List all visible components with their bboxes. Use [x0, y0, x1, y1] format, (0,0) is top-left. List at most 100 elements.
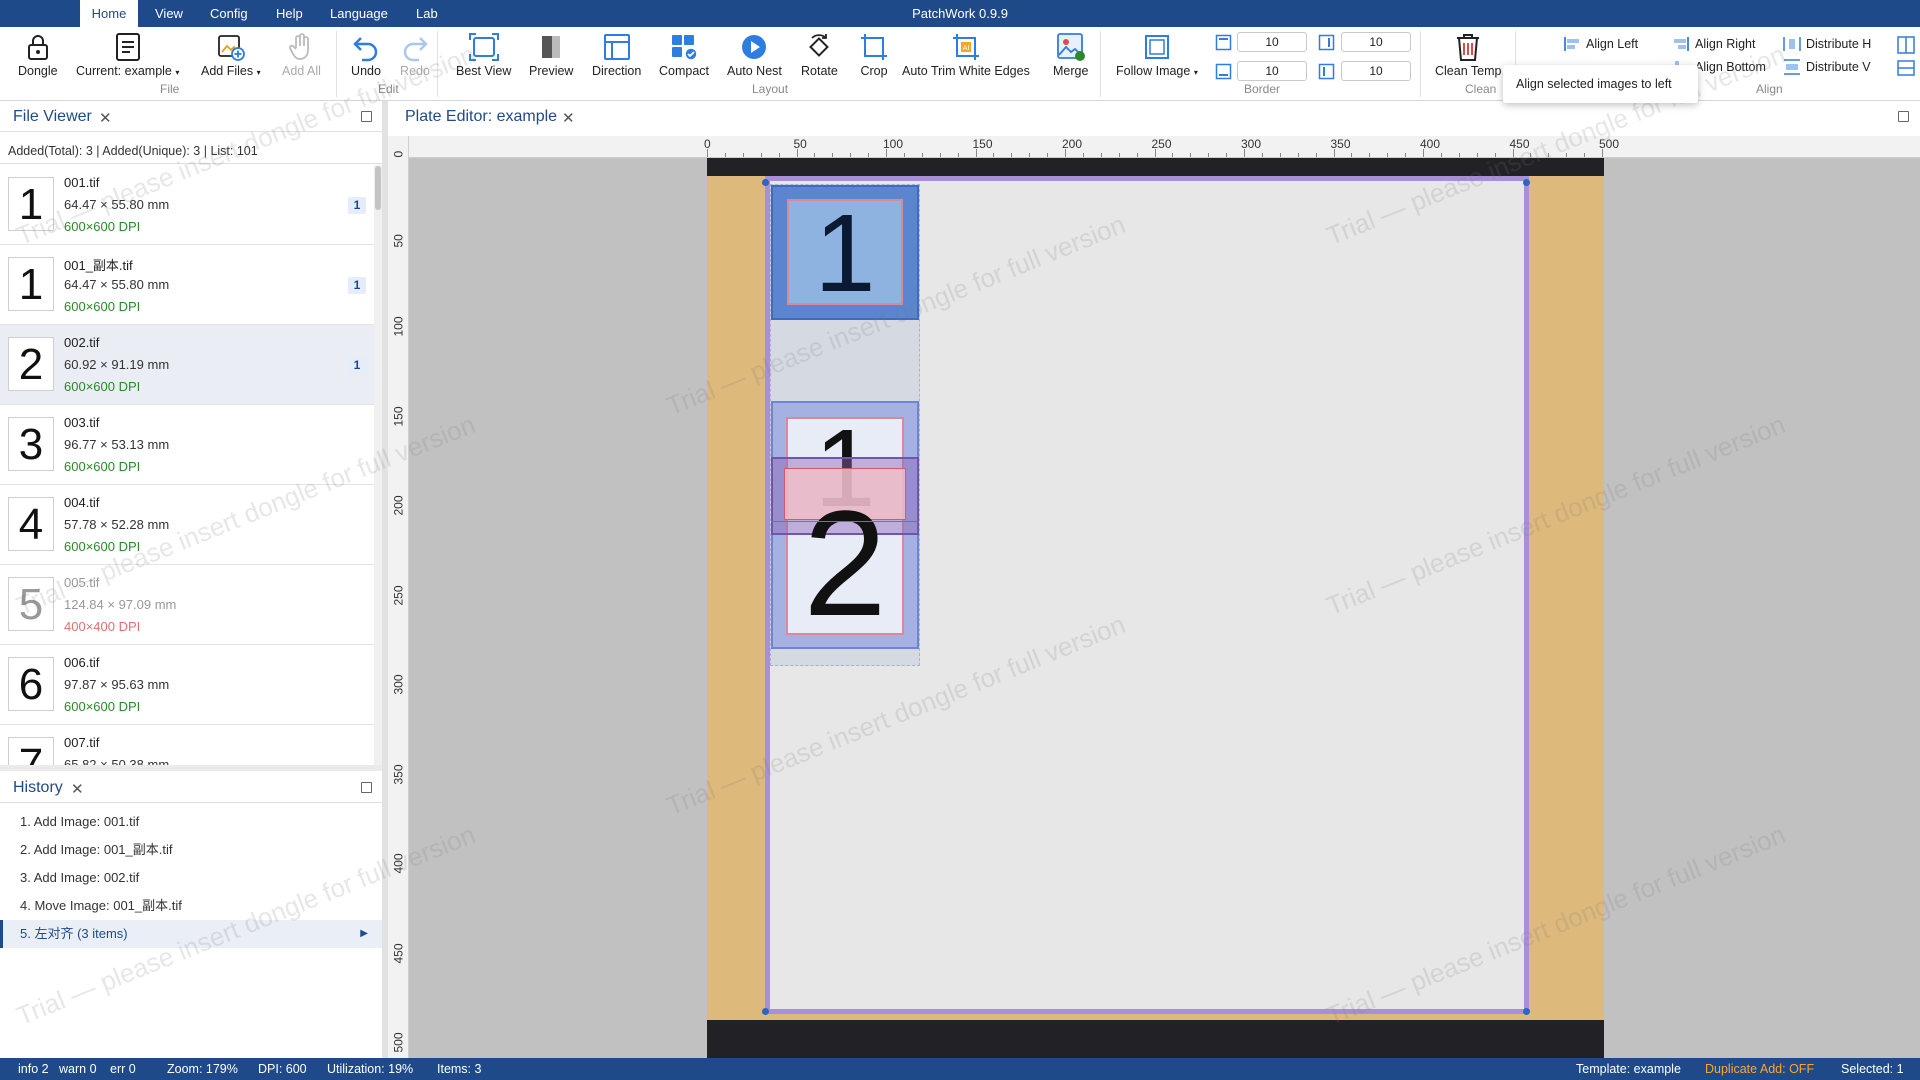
preview-button[interactable]: Preview: [529, 30, 573, 84]
redo-button[interactable]: Redo: [398, 30, 432, 84]
ruler-tick: [903, 153, 905, 157]
file-name: 002.tif: [64, 335, 100, 350]
align-left-tooltip: Align selected images to left: [1503, 65, 1698, 103]
auto-nest-button[interactable]: Auto Nest: [727, 30, 782, 84]
corner-handle[interactable]: [1523, 179, 1530, 186]
merge-button[interactable]: Merge: [1053, 30, 1088, 84]
crop-button[interactable]: Crop: [857, 30, 891, 84]
more-distribute-icon[interactable]: [1896, 59, 1916, 77]
file-dimensions: 57.78 × 52.28 mm: [64, 517, 170, 532]
menu-config[interactable]: Config: [200, 0, 258, 27]
file-dpi: 400×400 DPI: [64, 619, 141, 634]
border-top-input[interactable]: 10: [1237, 32, 1307, 52]
menu-lab[interactable]: Lab: [406, 0, 448, 27]
undo-button[interactable]: Undo: [349, 30, 383, 84]
history-item[interactable]: 4. Move Image: 001_副本.tif: [0, 892, 382, 920]
rotate-button[interactable]: Rotate: [801, 30, 838, 84]
ruler-tick: [1494, 153, 1496, 157]
corner-handle[interactable]: [1523, 1008, 1530, 1015]
history-item[interactable]: 2. Add Image: 001_副本.tif: [0, 836, 382, 864]
file-dimensions: 65.82 × 50.38 mm: [64, 757, 170, 765]
ruler-tick-label: 400: [391, 853, 406, 874]
align-right-button[interactable]: Align Right: [1672, 36, 1755, 52]
menu-bar: Home View Config Help Language Lab Patch…: [0, 0, 1920, 27]
close-icon[interactable]: ✕: [99, 109, 112, 127]
align-left-button[interactable]: Align Left: [1563, 36, 1638, 52]
add-files-button[interactable]: Add Files ▾: [201, 30, 261, 84]
compact-button[interactable]: Compact: [659, 30, 709, 84]
menu-language[interactable]: Language: [320, 0, 398, 27]
menu-help[interactable]: Help: [266, 0, 313, 27]
status-info[interactable]: info 2: [18, 1062, 49, 1076]
status-duplicate-add[interactable]: Duplicate Add: OFF: [1705, 1062, 1814, 1076]
corner-handle[interactable]: [762, 179, 769, 186]
border-right-input[interactable]: 10: [1341, 32, 1411, 52]
panel-splitter[interactable]: [0, 765, 382, 771]
distribute-h-button[interactable]: Distribute H: [1783, 36, 1871, 52]
status-warn[interactable]: warn 0: [59, 1062, 97, 1076]
ruler-tick: [975, 149, 977, 157]
image-tile-001[interactable]: 1: [771, 185, 919, 320]
file-list-scrollbar[interactable]: [374, 165, 382, 765]
corner-handle[interactable]: [762, 1008, 769, 1015]
plate-editor-title: Plate Editor: example: [405, 108, 558, 125]
more-align-icon[interactable]: [1896, 35, 1916, 55]
maximize-icon[interactable]: [361, 111, 372, 122]
history-item[interactable]: 1. Add Image: 001.tif: [0, 808, 382, 836]
maximize-icon[interactable]: [1898, 111, 1909, 122]
maximize-icon[interactable]: [361, 782, 372, 793]
align-left-label: Align Left: [1586, 37, 1639, 51]
usage-count-badge: 1: [348, 197, 366, 214]
group-label-align: Align: [1756, 82, 1783, 96]
direction-label: Direction: [592, 64, 642, 78]
history-item[interactable]: 3. Add Image: 002.tif: [0, 864, 382, 892]
align-right-icon: [1674, 37, 1689, 51]
vertical-ruler: 0 50 100 150 200 250 300 350 400 450 500: [388, 136, 409, 1058]
history-item[interactable]: 5. 左对齐 (3 items) ▶: [0, 920, 382, 948]
close-icon[interactable]: ✕: [71, 780, 84, 798]
plate-canvas[interactable]: 1 1 2: [409, 158, 1920, 1058]
current-template-dropdown[interactable]: Current: example ▾: [76, 30, 179, 84]
status-err[interactable]: err 0: [110, 1062, 136, 1076]
clean-temp-button[interactable]: Clean Temp: [1435, 30, 1501, 84]
file-thumbnail: 6: [8, 657, 54, 711]
close-icon[interactable]: ✕: [562, 109, 575, 127]
menu-view[interactable]: View: [145, 0, 193, 27]
auto-trim-button[interactable]: AI Auto Trim White Edges: [902, 30, 1030, 84]
border-left-input[interactable]: 10: [1341, 61, 1411, 81]
ruler-tick: [814, 153, 816, 157]
horizontal-ruler: 0 50 100 150 200 250 300 350 400 450 500: [409, 136, 1920, 158]
ruler-tick-label: 100: [391, 316, 406, 337]
file-list-item[interactable]: 3 003.tif 96.77 × 53.13 mm 600×600 DPI: [0, 405, 374, 485]
trash-icon: [1451, 30, 1485, 64]
ruler-tick: [778, 153, 780, 157]
group-label-border: Border: [1244, 82, 1281, 96]
ruler-tick: [1297, 153, 1299, 157]
file-list-item[interactable]: 1 001_副本.tif 64.47 × 55.80 mm 600×600 DPI 1: [0, 245, 374, 325]
ruler-tick-label: 50: [391, 233, 406, 247]
file-list-item[interactable]: 4 004.tif 57.78 × 52.28 mm 600×600 DPI: [0, 485, 374, 565]
file-list-item[interactable]: 2 002.tif 60.92 × 91.19 mm 600×600 DPI 1: [0, 325, 374, 405]
best-view-button[interactable]: Best View: [456, 30, 511, 84]
history-item-label: 1. Add Image: 001.tif: [20, 814, 140, 829]
scrollbar-thumb[interactable]: [375, 166, 381, 210]
align-guide: [771, 521, 919, 522]
file-list-item[interactable]: 6 006.tif 97.87 × 95.63 mm 600×600 DPI: [0, 645, 374, 725]
file-list-item[interactable]: 5 005.tif 124.84 × 97.09 mm 400×400 DPI: [0, 565, 374, 645]
file-list-item[interactable]: 1 001.tif 64.47 × 55.80 mm 600×600 DPI 1: [0, 165, 374, 245]
history-item-label: 4. Move Image: 001_副本.tif: [20, 898, 182, 913]
file-viewer-header: File Viewer ✕: [0, 102, 382, 132]
direction-button[interactable]: Direction: [592, 30, 641, 84]
file-list-item[interactable]: 7007.tif65.82 × 50.38 mm600×600 DPI: [0, 725, 374, 765]
dongle-button[interactable]: Dongle: [18, 30, 58, 84]
ruler-tick: [1584, 153, 1586, 157]
add-files-label: Add Files: [201, 64, 254, 78]
ruler-tick: [724, 153, 726, 157]
svg-text:AI: AI: [963, 45, 970, 52]
add-all-button[interactable]: Add All: [282, 30, 321, 84]
distribute-v-button[interactable]: Distribute V: [1783, 59, 1871, 75]
follow-image-dropdown[interactable]: Follow Image ▾: [1116, 30, 1198, 84]
border-bottom-input[interactable]: 10: [1237, 61, 1307, 81]
menu-home[interactable]: Home: [80, 0, 138, 27]
divider: [1420, 31, 1421, 97]
